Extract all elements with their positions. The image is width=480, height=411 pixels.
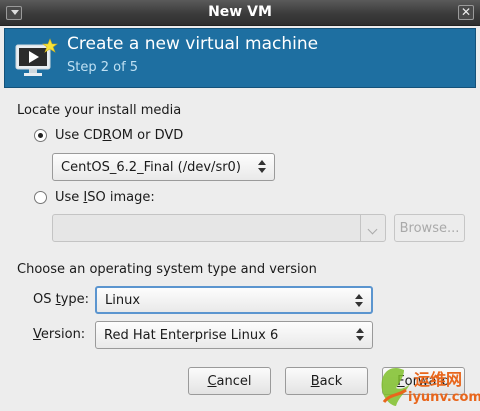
os-type-label: OS type: — [33, 292, 90, 307]
wizard-step: Step 2 of 5 — [67, 60, 139, 75]
cdrom-radio-label: Use CDROM or DVD — [55, 128, 184, 143]
select-arrows-icon — [356, 328, 364, 342]
window-title: New VM — [208, 4, 272, 20]
cdrom-device-value: CentOS_6.2_Final (/dev/sr0) — [61, 159, 241, 175]
iso-path-dropdown-button[interactable] — [360, 214, 386, 242]
watermark: 运维网 iyunv.com — [372, 362, 480, 411]
back-button[interactable]: Back — [285, 367, 368, 395]
select-arrows-icon — [258, 160, 266, 174]
os-heading: Choose an operating system type and vers… — [17, 262, 317, 277]
watermark-text-url: iyunv.com — [408, 390, 480, 405]
wizard-header: Create a new virtual machine Step 2 of 5 — [4, 28, 476, 88]
virtual-machine-icon — [15, 38, 58, 76]
iso-radio-label: Use ISO image: — [55, 190, 155, 205]
iso-path-input[interactable] — [52, 214, 361, 242]
watermark-text-cn: 运维网 — [414, 370, 463, 389]
iso-radio[interactable] — [34, 191, 47, 204]
cancel-button[interactable]: Cancel — [188, 367, 271, 395]
os-type-select[interactable]: Linux — [95, 286, 373, 314]
os-version-label: Version: — [33, 327, 86, 342]
os-version-select[interactable]: Red Hat Enterprise Linux 6 — [95, 321, 373, 349]
browse-button[interactable]: Browse... — [394, 214, 465, 242]
os-version-value: Red Hat Enterprise Linux 6 — [104, 327, 279, 343]
wizard-title: Create a new virtual machine — [67, 34, 319, 54]
os-type-value: Linux — [105, 292, 141, 308]
install-media-heading: Locate your install media — [17, 103, 182, 118]
cdrom-device-select[interactable]: CentOS_6.2_Final (/dev/sr0) — [52, 153, 275, 181]
close-icon[interactable]: ✕ — [458, 5, 474, 20]
iso-radio-option[interactable]: Use ISO image: — [34, 190, 155, 205]
cdrom-radio[interactable] — [34, 129, 47, 142]
window-titlebar: New VM ✕ — [0, 0, 480, 26]
select-arrows-icon — [355, 294, 363, 308]
cdrom-radio-option[interactable]: Use CDROM or DVD — [34, 128, 183, 143]
